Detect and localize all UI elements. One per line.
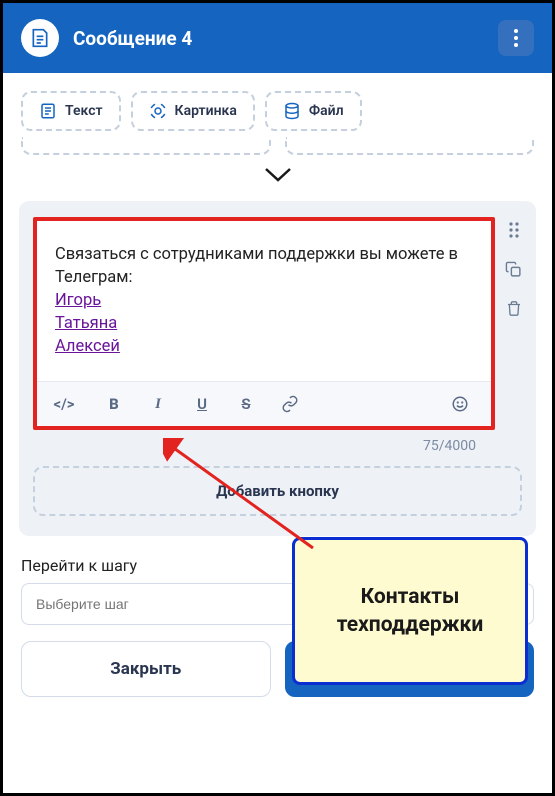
underline-button[interactable]: U <box>183 390 221 418</box>
strike-button[interactable]: S <box>227 390 265 418</box>
content-type-tabs: Текст Картинка Файл <box>3 73 552 137</box>
tab-file-label: Файл <box>309 103 344 119</box>
hidden-tab[interactable] <box>21 137 271 155</box>
tab-image[interactable]: Картинка <box>131 91 255 131</box>
link-icon <box>281 395 299 413</box>
text-icon <box>39 102 57 120</box>
close-label: Закрыть <box>110 659 181 679</box>
tab-image-label: Картинка <box>175 103 237 119</box>
editor-side-actions <box>505 217 522 430</box>
tab-file[interactable]: Файл <box>265 91 362 131</box>
hidden-tabs-row <box>3 137 552 155</box>
drag-icon <box>508 221 520 239</box>
close-button[interactable]: Закрыть <box>21 641 271 697</box>
hidden-tab[interactable] <box>285 137 535 155</box>
editor-zone: Связаться с сотрудниками поддержки вы мо… <box>19 201 536 536</box>
header: Сообщение 4 <box>3 3 552 73</box>
expand-toggle[interactable] <box>3 155 552 201</box>
message-icon <box>30 28 50 48</box>
callout-text: Контакты техподдержки <box>305 583 515 640</box>
header-title: Сообщение 4 <box>73 27 484 50</box>
tab-text-label: Текст <box>65 103 103 119</box>
file-icon <box>283 102 301 120</box>
image-icon <box>149 102 167 120</box>
add-button-button[interactable]: Добавить кнопку <box>33 466 522 516</box>
message-intro: Связаться с сотрудниками поддержки вы мо… <box>55 245 458 287</box>
message-text-area[interactable]: Связаться с сотрудниками поддержки вы мо… <box>37 221 491 381</box>
code-button[interactable]: </> <box>49 390 79 418</box>
tab-text[interactable]: Текст <box>21 91 121 131</box>
emoji-button[interactable] <box>441 390 479 418</box>
formatting-toolbar: </> B I U S <box>37 381 491 426</box>
italic-button[interactable]: I <box>139 390 177 418</box>
kebab-icon <box>514 29 518 47</box>
copy-button[interactable] <box>505 261 522 278</box>
drag-handle[interactable] <box>505 221 522 239</box>
editor-highlight-box: Связаться с сотрудниками поддержки вы мо… <box>33 217 495 430</box>
chevron-down-icon <box>264 167 292 183</box>
message-icon-wrap <box>21 19 59 57</box>
emoji-icon <box>451 395 469 413</box>
trash-icon <box>506 300 522 317</box>
contact-link[interactable]: Игорь <box>55 291 101 310</box>
contact-link[interactable]: Татьяна <box>55 314 117 333</box>
kebab-menu-button[interactable] <box>498 20 534 56</box>
delete-button[interactable] <box>505 300 522 317</box>
char-counter: 75/4000 <box>33 430 522 466</box>
link-button[interactable] <box>271 390 309 418</box>
bold-button[interactable]: B <box>95 390 133 418</box>
copy-icon <box>505 261 522 278</box>
annotation-callout: Контакты техподдержки <box>292 537 528 685</box>
contact-link[interactable]: Алексей <box>55 337 120 356</box>
